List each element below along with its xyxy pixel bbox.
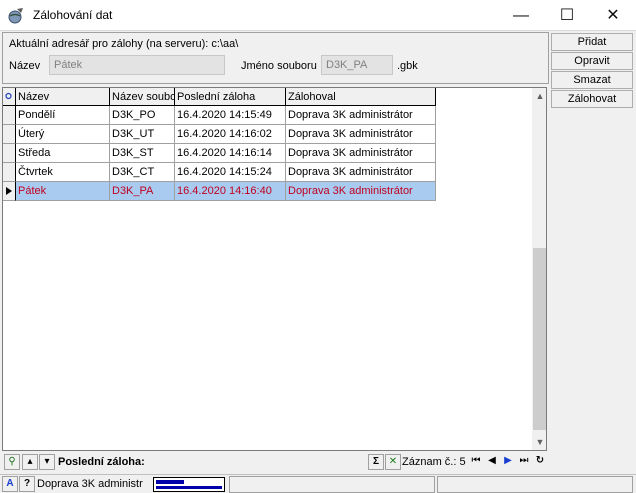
edit-button[interactable]: Opravit xyxy=(551,52,633,70)
scroll-down-icon[interactable]: ▼ xyxy=(532,434,546,450)
previous-record-icon[interactable]: ◀ xyxy=(484,454,500,470)
grid-toolbar: ⚲ ▴ ▾ Poslední záloha: Σ ✕ Záznam č.: 5 … xyxy=(2,453,549,472)
action-buttons: Přidat Opravit Smazat Zálohovat xyxy=(551,33,633,109)
cell-backed-up-by: Doprava 3K administrátor xyxy=(286,106,436,125)
search-icon[interactable]: ⚲ xyxy=(4,454,20,470)
cell-name: Středa xyxy=(16,144,110,163)
maximize-button[interactable]: ☐ xyxy=(544,0,590,31)
language-badge[interactable]: A xyxy=(2,476,18,492)
file-name-label: Jméno souboru xyxy=(241,60,317,72)
cell-backed-up-by: Doprava 3K administrátor xyxy=(286,125,436,144)
cell-file: D3K_ST xyxy=(110,144,175,163)
cell-backed-up-by: Doprava 3K administrátor xyxy=(286,182,436,201)
title-bar: Zálohování dat — ☐ ✕ xyxy=(0,0,636,31)
cell-name: Pátek xyxy=(16,182,110,201)
cell-backed-up-by: Doprava 3K administrátor xyxy=(286,144,436,163)
delete-button[interactable]: Smazat xyxy=(551,71,633,89)
cell-last-backup: 16.4.2020 14:16:40 xyxy=(175,182,286,201)
status-panel xyxy=(229,476,435,493)
progress-fill-secondary xyxy=(156,486,222,489)
current-user: Doprava 3K administr xyxy=(37,478,143,490)
file-extension-label: .gbk xyxy=(397,60,418,72)
cell-last-backup: 16.4.2020 14:15:49 xyxy=(175,106,286,125)
column-header-backed-up-by[interactable]: Zálohoval xyxy=(286,88,436,106)
backup-path-label: Aktuální adresář pro zálohy (na serveru)… xyxy=(9,38,239,50)
table-row-selected[interactable]: Pátek D3K_PA 16.4.2020 14:16:40 Doprava … xyxy=(3,182,436,201)
row-indicator[interactable] xyxy=(3,144,16,163)
cell-file: D3K_UT xyxy=(110,125,175,144)
excel-export-icon[interactable]: ✕ xyxy=(385,454,401,470)
cell-file: D3K_PO xyxy=(110,106,175,125)
name-field[interactable]: Pátek xyxy=(49,55,225,75)
column-header-name[interactable]: Název xyxy=(16,88,110,106)
cell-last-backup: 16.4.2020 14:15:24 xyxy=(175,163,286,182)
window-title: Zálohování dat xyxy=(33,8,113,22)
row-indicator[interactable] xyxy=(3,125,16,144)
backup-button[interactable]: Zálohovat xyxy=(551,90,633,108)
cell-last-backup: 16.4.2020 14:16:14 xyxy=(175,144,286,163)
grid-header: Název Název soubo Poslední záloha Záloho… xyxy=(3,88,436,106)
scroll-up-icon[interactable]: ▲ xyxy=(532,88,546,104)
current-row-pointer-icon xyxy=(6,187,12,195)
activity-progress xyxy=(153,477,225,492)
last-record-icon[interactable]: ⏭ xyxy=(516,454,532,470)
cell-file: D3K_CT xyxy=(110,163,175,182)
table-row[interactable]: Čtvrtek D3K_CT 16.4.2020 14:15:24 Doprav… xyxy=(3,163,436,182)
move-down-icon[interactable]: ▾ xyxy=(39,454,55,470)
row-indicator-header[interactable] xyxy=(3,88,16,106)
add-button[interactable]: Přidat xyxy=(551,33,633,51)
vertical-scrollbar[interactable]: ▲ ▼ xyxy=(532,88,546,450)
cell-last-backup: 16.4.2020 14:16:02 xyxy=(175,125,286,144)
name-label: Název xyxy=(9,60,41,72)
cell-name: Pondělí xyxy=(16,106,110,125)
status-panel xyxy=(437,476,633,493)
row-indicator[interactable] xyxy=(3,106,16,125)
refresh-icon[interactable]: ↻ xyxy=(532,454,548,470)
table-row[interactable]: Středa D3K_ST 16.4.2020 14:16:14 Doprava… xyxy=(3,144,436,163)
status-bar: A ? Doprava 3K administr xyxy=(0,474,636,493)
file-name-field[interactable]: D3K_PA xyxy=(321,55,393,75)
last-backup-label: Poslední záloha: xyxy=(58,456,145,468)
cell-name: Úterý xyxy=(16,125,110,144)
sum-icon[interactable]: Σ xyxy=(368,454,384,470)
cell-backed-up-by: Doprava 3K administrátor xyxy=(286,163,436,182)
table-row[interactable]: Úterý D3K_UT 16.4.2020 14:16:02 Doprava … xyxy=(3,125,436,144)
record-number-label: Záznam č.: 5 xyxy=(402,456,466,468)
progress-fill xyxy=(156,480,184,484)
next-record-icon[interactable]: ▶ xyxy=(500,454,516,470)
close-button[interactable]: ✕ xyxy=(590,0,636,31)
backup-info-panel: Aktuální adresář pro zálohy (na serveru)… xyxy=(2,32,549,84)
cell-name: Čtvrtek xyxy=(16,163,110,182)
row-indicator[interactable] xyxy=(3,163,16,182)
scrollbar-thumb[interactable] xyxy=(533,248,546,430)
table-row[interactable]: Pondělí D3K_PO 16.4.2020 14:15:49 Doprav… xyxy=(3,106,436,125)
column-header-last-backup[interactable]: Poslední záloha xyxy=(175,88,286,106)
cell-file: D3K_PA xyxy=(110,182,175,201)
backup-grid[interactable]: Název Název soubo Poslední záloha Záloho… xyxy=(2,87,547,451)
app-globe-icon xyxy=(8,8,23,24)
column-header-file[interactable]: Název soubo xyxy=(110,88,175,106)
minimize-button[interactable]: — xyxy=(498,0,544,31)
first-record-icon[interactable]: ⏮ xyxy=(468,454,484,470)
row-indicator-current[interactable] xyxy=(3,182,16,201)
help-icon[interactable]: ? xyxy=(19,476,35,492)
circle-icon xyxy=(5,92,12,100)
move-up-icon[interactable]: ▴ xyxy=(22,454,38,470)
